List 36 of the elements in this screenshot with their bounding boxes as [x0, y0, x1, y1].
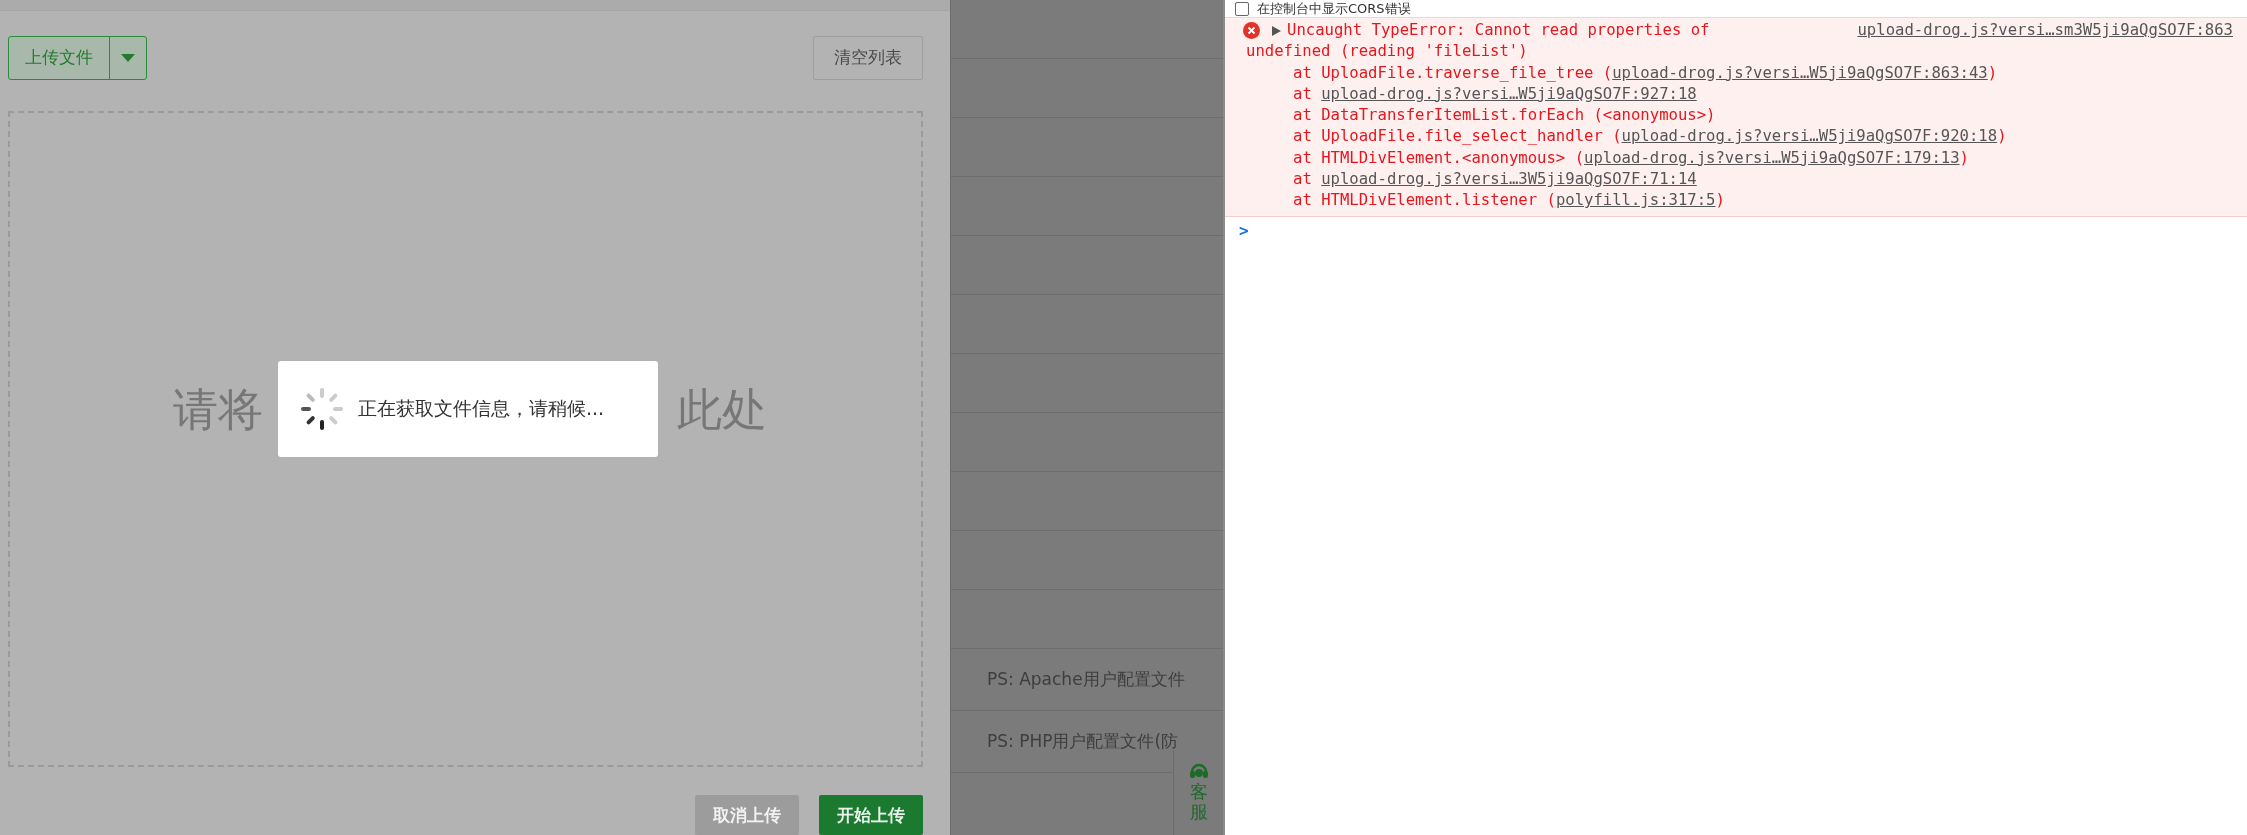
stack-frame: at HTMLDivElement.listener ( — [1293, 190, 1556, 212]
drop-zone[interactable]: 请将 正在获取文件信息，请稍候... 此处 — [8, 110, 923, 767]
expand-arrow-icon[interactable] — [1272, 25, 1281, 36]
stack-frame: ) — [1715, 190, 1725, 212]
stack-link[interactable]: upload-drog.js?versi…W5ji9aQgSO7F:179:13 — [1584, 147, 1960, 170]
list-row-text: PS: Apache用户配置文件 — [987, 668, 1185, 691]
stack-link[interactable]: upload-drog.js?versi…W5ji9aQgSO7F:927:18 — [1321, 83, 1697, 106]
option-label: 在控制台中显示CORS错误 — [1257, 1, 1411, 16]
error-message: undefined (reading 'fileList') — [1246, 42, 1528, 61]
clear-list-button[interactable]: 清空列表 — [813, 35, 923, 80]
stack-frame: at — [1293, 83, 1322, 106]
stack-frame: at UploadFile.traverse_file_tree ( — [1293, 62, 1613, 84]
loading-message: 正在获取文件信息，请稍候... — [358, 395, 605, 421]
stack-link[interactable]: upload-drog.js?versi…W5ji9aQgSO7F:920:18 — [1621, 126, 1998, 148]
drop-hint: 此处 — [677, 381, 767, 438]
stack-frame: ) — [1987, 62, 1998, 84]
start-upload-button[interactable]: 开始上传 — [819, 795, 923, 835]
list-row-text: PS: PHP用户配置文件(防 — [987, 730, 1179, 753]
console-prompt[interactable]: > — [1239, 220, 1249, 240]
source-link[interactable]: upload-drog.js?versi…sm3W5ji9aQgSO7F:863 — [1857, 20, 2233, 42]
caret-icon — [121, 53, 135, 62]
headset-icon — [1188, 762, 1209, 780]
error-icon — [1243, 22, 1260, 40]
spinner-icon — [300, 386, 344, 431]
stack-link[interactable]: upload-drog.js?versi…3W5ji9aQgSO7F:71:14 — [1321, 169, 1697, 191]
stack-frame: at UploadFile.file_select_handler ( — [1293, 126, 1622, 148]
error-message: Uncaught TypeError: Cannot read properties of — [1287, 20, 1710, 41]
stack-frame: ) — [1997, 126, 2007, 148]
stack-link[interactable]: upload-drog.js?versi…W5ji9aQgSO7F:863:43 — [1612, 62, 1988, 84]
stack-link[interactable]: polyfill.js:317:5 — [1555, 190, 1716, 212]
stack-frame: at — [1293, 169, 1322, 191]
drop-hint: 请将 — [173, 381, 263, 438]
checkbox[interactable] — [1235, 1, 1249, 16]
stack-frame: at DataTransferItemList.forEach (<anonymous>) — [1293, 105, 1716, 127]
stack-frame: at HTMLDivElement.<anonymous> ( — [1293, 147, 1585, 170]
stack-frame: ) — [1959, 147, 1969, 170]
